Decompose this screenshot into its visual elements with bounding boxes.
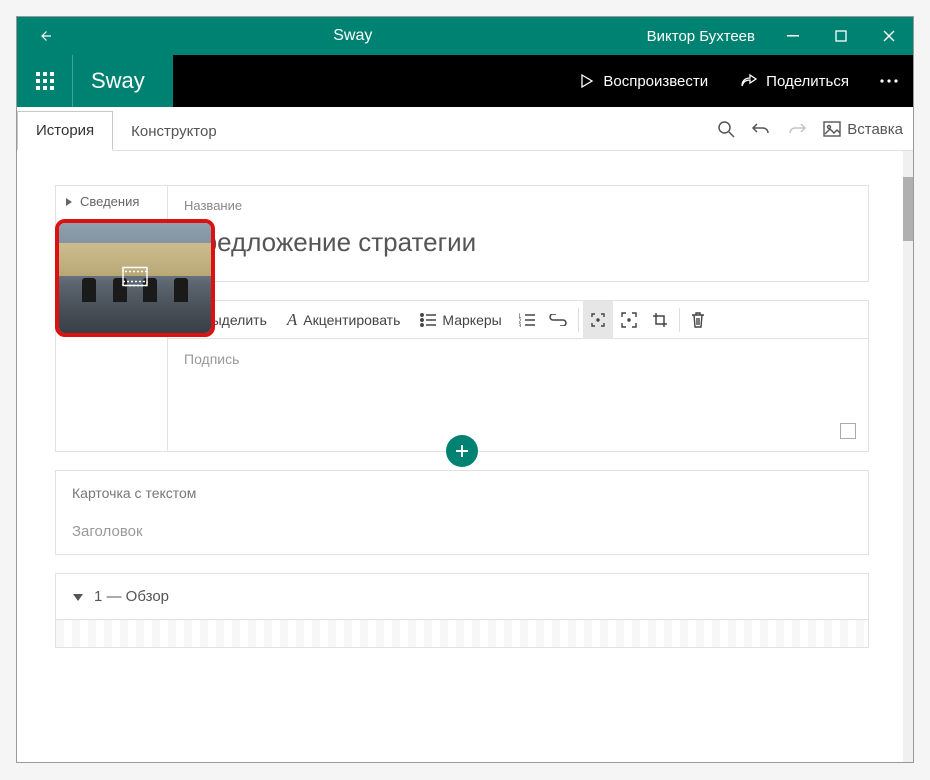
text-card-caption: Карточка с текстом [72,485,852,501]
tool-focus-small[interactable] [583,301,613,339]
tool-link[interactable] [542,301,574,339]
focus-small-icon [590,312,606,328]
details-toggle[interactable]: Сведения [56,186,167,217]
tool-bullets-label: Маркеры [442,312,501,328]
tool-bullets[interactable]: Маркеры [410,301,511,339]
play-button[interactable]: Воспроизвести [563,55,724,107]
details-label: Сведения [80,194,139,209]
arrow-left-icon [36,27,54,45]
filmstrip-icon [122,267,148,287]
title-bar: Sway Виктор Бухтеев [17,17,913,55]
close-icon [883,30,895,42]
undo-icon [751,121,771,137]
share-icon [740,73,758,89]
focus-medium-icon [620,311,638,329]
back-button[interactable] [17,27,73,45]
share-label: Поделиться [766,73,849,90]
scrollbar-track[interactable] [903,151,913,762]
title-card-main: Название Предложение стратегии [168,186,868,281]
app-launcher-button[interactable] [17,55,73,107]
tool-numbered-list[interactable]: 123 [512,301,542,339]
minimize-button[interactable] [769,17,817,55]
maximize-button[interactable] [817,17,865,55]
trash-icon [691,312,705,328]
ribbon-actions: Вставка [717,107,903,151]
redo-button[interactable] [787,121,807,137]
redo-icon [787,121,807,137]
app-window: Sway Виктор Бухтеев Sway Воспроизвести П… [16,16,914,763]
search-button[interactable] [717,120,735,138]
insert-button[interactable]: Вставка [823,121,903,138]
tool-crop[interactable] [645,301,675,339]
ribbon: История Конструктор Вставка [17,107,913,151]
waffle-icon [36,72,54,90]
svg-text:3: 3 [519,324,522,327]
undo-button[interactable] [751,121,771,137]
media-toolbar: ВВыделить ААкцентировать Маркеры 123 [168,301,868,339]
media-select-checkbox[interactable] [840,423,856,439]
ellipsis-icon [879,78,899,84]
window-title: Sway [73,27,633,45]
media-card-main[interactable]: Подпись [168,339,868,451]
play-icon [579,73,595,89]
text-card-heading[interactable]: Заголовок [72,523,852,540]
command-bar: Воспроизвести Поделиться [563,55,913,107]
tool-focus-medium[interactable] [613,301,645,339]
chevron-down-icon [72,591,84,603]
app-name: Sway [73,55,173,107]
video-play-overlay [122,267,148,290]
numbered-list-icon: 123 [519,313,535,327]
minimize-icon [787,30,799,42]
bullets-icon [420,313,436,327]
share-button[interactable]: Поделиться [724,55,865,107]
crop-icon [652,312,668,328]
plus-icon [455,444,469,458]
link-icon [549,314,567,326]
user-name[interactable]: Виктор Бухтеев [633,28,769,45]
scrollbar-thumb[interactable] [903,177,913,241]
tab-story[interactable]: История [17,111,113,151]
app-bar: Sway Воспроизвести Поделиться [17,55,913,107]
command-bar-spacer [173,55,564,107]
section-body-preview [55,620,869,648]
maximize-icon [835,30,847,42]
tool-accent-label: Акцентировать [303,312,400,328]
text-card[interactable]: Карточка с текстом Заголовок [55,470,869,555]
section-label: 1 — Обзор [94,588,169,605]
add-card-button[interactable] [446,435,478,467]
tool-delete[interactable] [684,301,712,339]
caption-placeholder[interactable]: Подпись [184,351,852,367]
tool-accent[interactable]: ААкцентировать [277,301,411,339]
title-field-label: Название [184,198,852,213]
image-icon [823,121,841,137]
chevron-right-icon [64,197,74,207]
search-icon [717,120,735,138]
tab-design[interactable]: Конструктор [113,113,235,150]
close-button[interactable] [865,17,913,55]
video-thumbnail[interactable] [55,219,215,337]
section-header[interactable]: 1 — Обзор [55,573,869,620]
insert-label: Вставка [847,121,903,138]
title-text[interactable]: Предложение стратегии [184,227,852,258]
play-label: Воспроизвести [603,73,708,90]
more-button[interactable] [865,55,913,107]
